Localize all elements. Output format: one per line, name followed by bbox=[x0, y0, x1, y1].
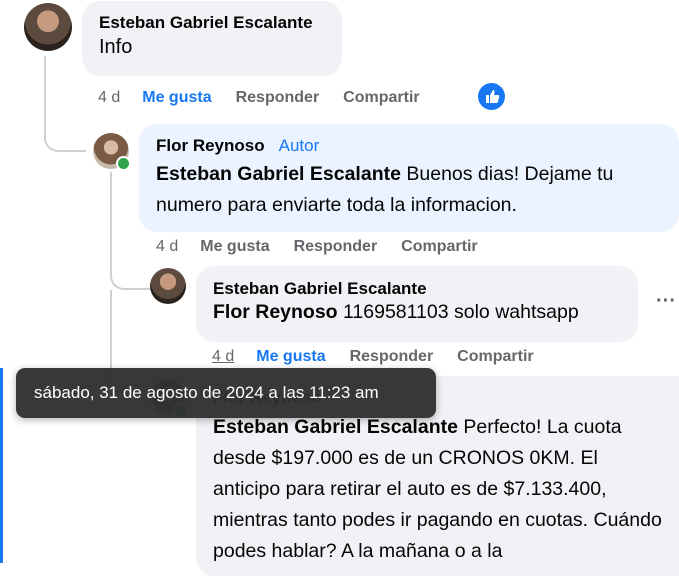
mention-link[interactable]: Flor Reynoso bbox=[213, 301, 338, 323]
thread-line bbox=[44, 56, 86, 152]
mention-link[interactable]: Esteban Gabriel Escalante bbox=[213, 416, 458, 438]
mention-link[interactable]: Esteban Gabriel Escalante bbox=[156, 163, 401, 185]
reply-button[interactable]: Responder bbox=[350, 348, 434, 366]
like-button[interactable]: Me gusta bbox=[256, 348, 325, 366]
highlight-bar bbox=[0, 368, 3, 563]
comment-bubble: Flor Reynoso Autor Esteban Gabriel Escala… bbox=[139, 124, 679, 232]
comment-actions: 4 d Me gusta Responder Compartir bbox=[98, 89, 444, 107]
share-button[interactable]: Compartir bbox=[343, 89, 419, 107]
author-badge: Autor bbox=[278, 136, 320, 155]
comment-bubble: Esteban Gabriel Escalante Info bbox=[82, 1, 342, 76]
comment-header: Flor Reynoso Autor bbox=[156, 136, 679, 156]
comment-author[interactable]: Esteban Gabriel Escalante bbox=[99, 13, 342, 33]
more-options-icon[interactable]: ··· bbox=[656, 290, 676, 313]
reply-button[interactable]: Responder bbox=[294, 238, 378, 256]
comment-actions: 4 d Me gusta Responder Compartir bbox=[156, 238, 502, 256]
comment-timestamp[interactable]: 4 d bbox=[98, 89, 120, 107]
timestamp-tooltip: sábado, 31 de agosto de 2024 a las 11:23… bbox=[16, 368, 436, 418]
online-status-indicator bbox=[116, 156, 131, 171]
avatar[interactable] bbox=[24, 3, 72, 51]
comment-bubble: Esteban Gabriel Escalante Flor Reynoso 1… bbox=[196, 266, 638, 342]
comment-text: Esteban Gabriel Escalante Perfecto! La c… bbox=[213, 412, 665, 567]
comment-author[interactable]: Esteban Gabriel Escalante bbox=[213, 279, 638, 299]
like-thumb-icon[interactable] bbox=[478, 83, 505, 110]
comment-author[interactable]: Flor Reynoso bbox=[156, 136, 265, 155]
comment-text: Flor Reynoso 1169581103 solo wahtsapp bbox=[213, 299, 638, 325]
share-button[interactable]: Compartir bbox=[401, 238, 477, 256]
comment-message: 1169581103 solo wahtsapp bbox=[337, 301, 579, 323]
share-button[interactable]: Compartir bbox=[457, 348, 533, 366]
like-button[interactable]: Me gusta bbox=[200, 238, 269, 256]
comment-actions: 4 d Me gusta Responder Compartir bbox=[212, 348, 558, 366]
comment-timestamp[interactable]: 4 d bbox=[212, 348, 234, 366]
comment-text: Esteban Gabriel Escalante Buenos dias! D… bbox=[156, 159, 666, 221]
comment-text: Info bbox=[99, 36, 133, 58]
comment-timestamp[interactable]: 4 d bbox=[156, 238, 178, 256]
like-button[interactable]: Me gusta bbox=[142, 89, 211, 107]
avatar[interactable] bbox=[150, 268, 186, 304]
reply-button[interactable]: Responder bbox=[236, 89, 320, 107]
